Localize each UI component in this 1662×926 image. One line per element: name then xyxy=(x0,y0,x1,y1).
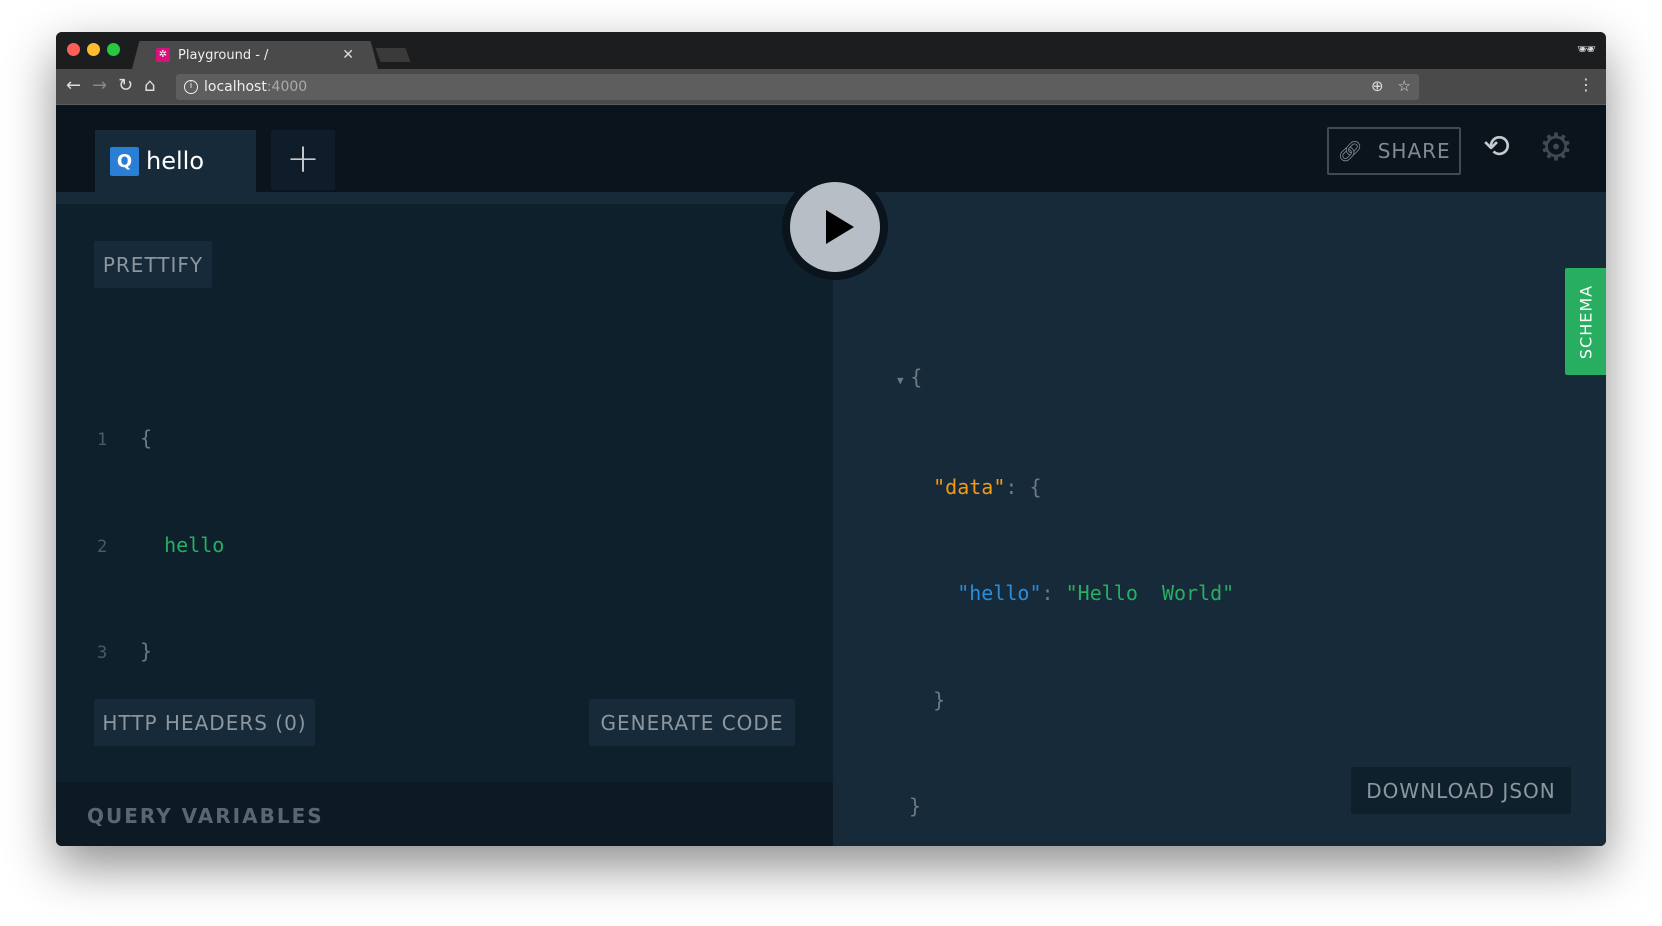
download-json-button[interactable]: DOWNLOAD JSON xyxy=(1351,767,1571,814)
result-pane: ▼ { "data": { "hello": "Hello World" } }… xyxy=(833,204,1606,846)
prettify-button[interactable]: PRETTIFY xyxy=(94,241,212,288)
json-value-hello: "Hello World" xyxy=(1065,581,1235,605)
browser-toolbar: ← → ↻ ⌂ i localhost:4000 ⊕ ☆ ⋮ xyxy=(56,69,1606,105)
history-icon[interactable]: ⟲ xyxy=(1483,127,1510,165)
http-headers-button[interactable]: HTTP HEADERS (0) xyxy=(94,699,315,746)
query-badge: Q xyxy=(110,146,139,176)
url-host: localhost xyxy=(204,79,267,95)
json-brace: } xyxy=(909,794,922,818)
json-colon: : xyxy=(1041,581,1054,605)
json-key-hello: "hello" xyxy=(957,581,1042,605)
incognito-icon: 🕶 xyxy=(1576,40,1596,58)
result-json: ▼ { "data": { "hello": "Hello World" } } xyxy=(897,289,1234,846)
browser-tab[interactable]: ✲ Playground - / ✕ xyxy=(132,41,378,69)
maximize-window-button[interactable] xyxy=(107,43,120,56)
query-variables-toggle[interactable]: QUERY VARIABLES xyxy=(56,782,833,846)
share-button[interactable]: 🔗︎ SHARE xyxy=(1327,127,1461,175)
new-tab-button[interactable] xyxy=(375,48,411,62)
address-bar[interactable]: i localhost:4000 ⊕ ☆ xyxy=(176,74,1419,100)
back-icon[interactable]: ← xyxy=(66,75,81,96)
code-line: hello xyxy=(140,532,225,557)
title-bar: ✲ Playground - / ✕ 🕶 xyxy=(56,32,1606,69)
reload-icon[interactable]: ↻ xyxy=(118,75,133,96)
settings-gear-icon[interactable]: ⚙ xyxy=(1539,125,1573,169)
play-icon xyxy=(826,210,854,244)
browser-tab-title: Playground - / xyxy=(178,47,269,63)
bookmark-star-icon[interactable]: ☆ xyxy=(1398,77,1411,95)
json-brace: { xyxy=(1029,474,1042,499)
generate-code-button[interactable]: GENERATE CODE xyxy=(589,699,795,746)
share-label: SHARE xyxy=(1377,139,1451,163)
execute-query-button[interactable] xyxy=(782,174,888,280)
query-tab-label: hello xyxy=(146,147,204,175)
query-code[interactable]: { hello } xyxy=(140,350,236,741)
minimize-window-button[interactable] xyxy=(87,43,100,56)
json-colon: : xyxy=(1005,474,1018,499)
browser-menu-icon[interactable]: ⋮ xyxy=(1578,75,1594,94)
home-icon[interactable]: ⌂ xyxy=(144,75,155,96)
graphql-favicon-icon: ✲ xyxy=(156,48,170,62)
browser-window: ✲ Playground - / ✕ 🕶 ← → ↻ ⌂ i localhost… xyxy=(56,32,1606,846)
info-icon[interactable]: i xyxy=(184,80,198,94)
graphql-playground: Q hello + 🔗︎ SHARE ⟲ ⚙ PRETTIFY 1 2 3 { … xyxy=(56,105,1606,846)
json-brace: { xyxy=(910,365,923,389)
json-key-data: "data" xyxy=(933,474,1006,499)
collapse-arrow-icon[interactable]: ▼ xyxy=(897,374,910,387)
link-icon: 🔗︎ xyxy=(1337,139,1364,163)
query-editor-pane[interactable]: PRETTIFY 1 2 3 { hello } HTTP HEADERS (0… xyxy=(56,204,833,846)
url-port: :4000 xyxy=(266,79,308,95)
schema-label: SCHEMA xyxy=(1576,284,1595,359)
schema-tab[interactable]: SCHEMA xyxy=(1565,268,1606,375)
forward-icon[interactable]: → xyxy=(92,75,107,96)
close-tab-icon[interactable]: ✕ xyxy=(342,47,354,63)
code-line: } xyxy=(140,639,153,663)
zoom-icon[interactable]: ⊕ xyxy=(1371,77,1384,95)
query-tab-hello[interactable]: Q hello xyxy=(95,130,256,192)
close-window-button[interactable] xyxy=(67,43,80,56)
add-tab-button[interactable]: + xyxy=(271,130,335,190)
code-line: { xyxy=(140,426,153,450)
json-brace: } xyxy=(933,687,946,712)
